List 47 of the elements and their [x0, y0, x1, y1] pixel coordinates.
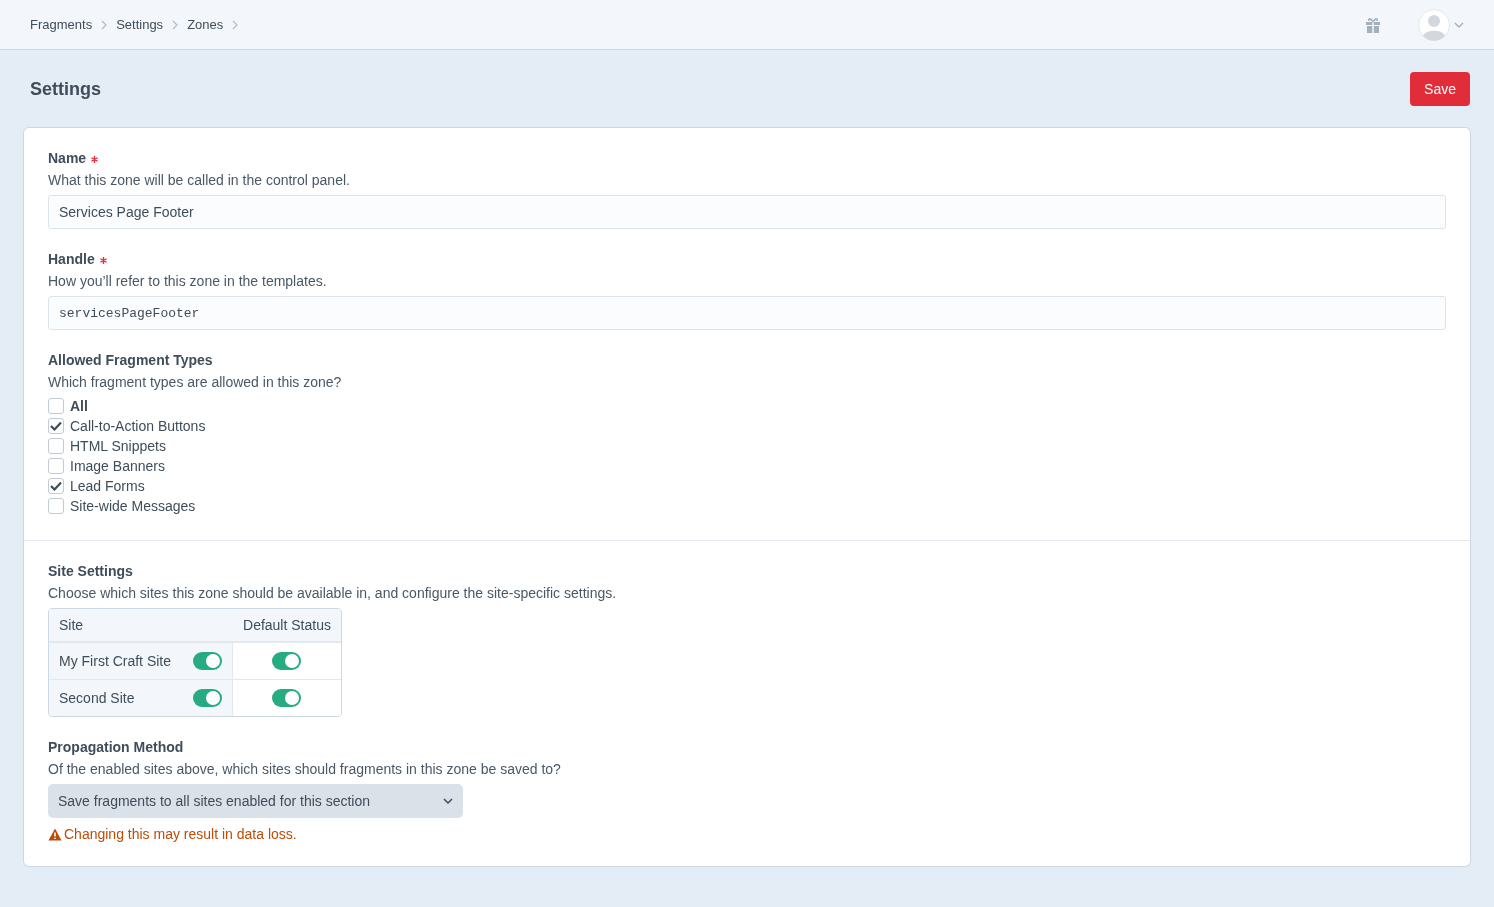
site-name: My First Craft Site [59, 653, 171, 669]
column-header: Site [49, 609, 233, 642]
field-instructions: How you’ll refer to this zone in the templates. [48, 273, 328, 289]
field-instructions: Which fragment types are allowed in this zone? [48, 374, 343, 390]
field-instructions: What this zone will be called in the control panel. [48, 172, 351, 188]
chevron-icon [100, 19, 109, 30]
checkbox[interactable] [48, 398, 64, 414]
toggle-switch[interactable] [193, 652, 222, 670]
warning-icon [48, 827, 62, 841]
chevron-icon [171, 19, 180, 30]
gift-icon[interactable] [1364, 15, 1382, 34]
field-label: Propagation Method [48, 739, 184, 755]
toggle-switch[interactable] [193, 689, 222, 707]
field-label: Site Settings [48, 563, 133, 579]
checkbox-label: Site-wide Messages [70, 498, 196, 514]
warning-text: Changing this may result in data loss. [64, 826, 297, 842]
breadcrumb-link[interactable]: Fragments [30, 17, 93, 32]
field-label: Allowed Fragment Types [48, 352, 213, 368]
breadcrumb-link[interactable]: Settings [116, 17, 164, 32]
checkbox[interactable] [48, 438, 64, 454]
checkbox-label: All [70, 398, 88, 414]
text-field[interactable]: Services Page Footer [48, 195, 1446, 229]
column-header: Default Status [233, 609, 341, 642]
checkbox-label: HTML Snippets [70, 438, 166, 454]
site-name: Second Site [59, 690, 135, 706]
field-label: Handle [48, 251, 95, 267]
propagation-select[interactable]: Save fragments to all sites enabled for this section [48, 784, 463, 818]
text-field[interactable]: servicesPageFooter [48, 296, 1446, 330]
checkbox[interactable] [48, 418, 64, 434]
field-instructions: Choose which sites this zone should be available in, and configure the site-specific settings. [48, 585, 618, 601]
checkbox-label: Image Banners [70, 458, 165, 474]
toggle-switch[interactable] [272, 689, 302, 708]
page-title: Settings [30, 78, 101, 100]
checkbox[interactable] [48, 458, 64, 474]
chevron-icon [231, 19, 240, 30]
checkbox-label: Call-to-Action Buttons [70, 418, 206, 434]
checkbox[interactable] [48, 478, 64, 494]
field-label: Name [48, 150, 87, 166]
user-avatar[interactable] [1418, 8, 1450, 41]
checkbox[interactable] [48, 498, 64, 514]
save-button[interactable]: Save [1410, 72, 1470, 106]
toggle-switch[interactable] [272, 652, 302, 671]
field-instructions: Of the enabled sites above, which sites should fragments in this zone be saved to? [48, 761, 562, 777]
checkbox-label: Lead Forms [70, 478, 145, 494]
caret-icon [443, 797, 453, 805]
caret-icon[interactable] [1454, 20, 1464, 29]
breadcrumb-link[interactable]: Zones [187, 17, 224, 32]
